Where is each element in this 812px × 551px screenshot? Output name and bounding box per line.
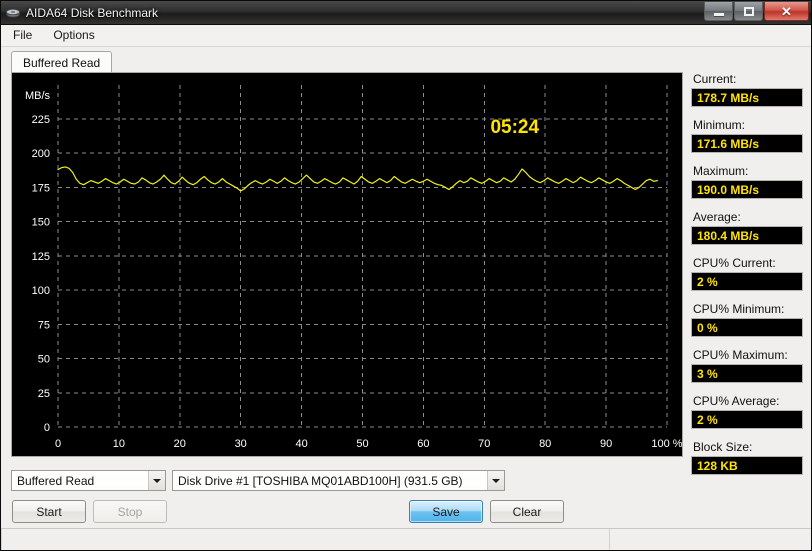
test-type-select-arrow[interactable]: [148, 471, 165, 490]
stat-cpu-minimum: CPU% Minimum: 0 %: [691, 302, 803, 337]
window-controls: ✕: [703, 2, 809, 21]
svg-text:MB/s: MB/s: [25, 90, 51, 102]
drive-select-value: Disk Drive #1 [TOSHIBA MQ01ABD100H] (931…: [178, 473, 463, 488]
svg-text:60: 60: [417, 438, 429, 450]
maximize-icon: [743, 6, 754, 16]
close-button[interactable]: ✕: [764, 2, 809, 21]
minimize-button[interactable]: [704, 2, 733, 21]
svg-text:05:24: 05:24: [490, 117, 539, 138]
stat-cpu-average: CPU% Average: 2 %: [691, 394, 803, 429]
window-title: AIDA64 Disk Benchmark: [26, 5, 159, 20]
tab-buffered-read[interactable]: Buffered Read: [11, 51, 113, 73]
svg-text:100: 100: [32, 285, 50, 297]
stat-cpu-maximum: CPU% Maximum: 3 %: [691, 348, 803, 383]
disk-drive-icon: [5, 5, 21, 21]
chevron-down-icon: [153, 478, 161, 483]
svg-text:225: 225: [32, 114, 50, 126]
stat-cpu-maximum-label: CPU% Maximum:: [693, 348, 788, 362]
stat-cpu-current: CPU% Current: 2 %: [691, 256, 803, 291]
svg-text:25: 25: [38, 388, 50, 400]
svg-text:200: 200: [32, 148, 50, 160]
svg-text:10: 10: [113, 438, 125, 450]
drive-select-arrow[interactable]: [487, 471, 504, 490]
svg-text:100 %: 100 %: [651, 438, 682, 450]
stat-average-label: Average:: [693, 210, 741, 224]
stat-current-label: Current:: [693, 72, 737, 86]
status-bar: [1, 528, 811, 550]
menu-item-options[interactable]: Options: [44, 26, 103, 45]
benchmark-chart: 0 25 50 75 100 125 150 175 200 225 MB/s 0 10 20 30 40 50…: [25, 85, 682, 450]
start-button[interactable]: Start: [12, 500, 86, 523]
stat-minimum-label: Minimum:: [693, 118, 746, 132]
stats-sidebar: Current: 178.7 MB/s Minimum: 171.6 MB/s …: [691, 72, 803, 475]
stat-minimum: Minimum: 171.6 MB/s: [691, 118, 803, 153]
svg-text:40: 40: [295, 438, 307, 450]
svg-text:150: 150: [32, 217, 50, 229]
stat-cpu-maximum-value: 3 %: [691, 364, 803, 383]
svg-text:30: 30: [235, 438, 247, 450]
stat-block-size: Block Size: 128 KB: [691, 440, 803, 475]
menu-bar: File Options: [1, 25, 811, 47]
svg-text:125: 125: [32, 251, 50, 263]
stat-current-value: 178.7 MB/s: [691, 88, 803, 107]
drive-select[interactable]: Disk Drive #1 [TOSHIBA MQ01ABD100H] (931…: [172, 470, 505, 491]
svg-text:90: 90: [600, 438, 612, 450]
maximize-button[interactable]: [734, 2, 763, 21]
minimize-icon: [713, 12, 724, 16]
svg-text:80: 80: [539, 438, 551, 450]
stat-cpu-current-value: 2 %: [691, 272, 803, 291]
svg-text:20: 20: [174, 438, 186, 450]
svg-text:50: 50: [356, 438, 368, 450]
stop-button[interactable]: Stop: [93, 500, 167, 523]
stat-maximum-label: Maximum:: [693, 164, 749, 178]
chart-panel: 0 25 50 75 100 125 150 175 200 225 MB/s 0 10 20 30 40 50…: [11, 72, 683, 457]
tab-strip: Buffered Read: [11, 51, 683, 73]
svg-text:75: 75: [38, 319, 50, 331]
save-button[interactable]: Save: [409, 500, 483, 523]
close-icon: ✕: [781, 3, 792, 19]
stat-block-size-value: 128 KB: [691, 456, 803, 475]
menu-item-file[interactable]: File: [4, 26, 41, 45]
status-bar-right: [609, 529, 811, 550]
stat-cpu-minimum-label: CPU% Minimum:: [693, 302, 785, 316]
svg-text:0: 0: [55, 438, 61, 450]
chevron-down-icon: [492, 478, 500, 483]
stat-block-size-label: Block Size:: [693, 440, 753, 454]
stat-current: Current: 178.7 MB/s: [691, 72, 803, 107]
stat-average: Average: 180.4 MB/s: [691, 210, 803, 245]
stat-maximum-value: 190.0 MB/s: [691, 180, 803, 199]
stat-cpu-minimum-value: 0 %: [691, 318, 803, 337]
title-bar: AIDA64 Disk Benchmark ✕: [1, 1, 811, 25]
test-type-select[interactable]: Buffered Read: [11, 470, 166, 491]
svg-text:50: 50: [38, 354, 50, 366]
app-window: AIDA64 Disk Benchmark ✕ File Options Buf…: [0, 0, 812, 551]
svg-text:0: 0: [44, 422, 50, 434]
stat-minimum-value: 171.6 MB/s: [691, 134, 803, 153]
status-bar-left: [1, 529, 610, 550]
stat-maximum: Maximum: 190.0 MB/s: [691, 164, 803, 199]
svg-text:70: 70: [478, 438, 490, 450]
stat-cpu-average-value: 2 %: [691, 410, 803, 429]
stat-cpu-average-label: CPU% Average:: [693, 394, 780, 408]
test-type-select-value: Buffered Read: [17, 473, 95, 488]
stat-average-value: 180.4 MB/s: [691, 226, 803, 245]
stat-cpu-current-label: CPU% Current:: [693, 256, 776, 270]
svg-text:175: 175: [32, 182, 50, 194]
clear-button[interactable]: Clear: [490, 500, 564, 523]
